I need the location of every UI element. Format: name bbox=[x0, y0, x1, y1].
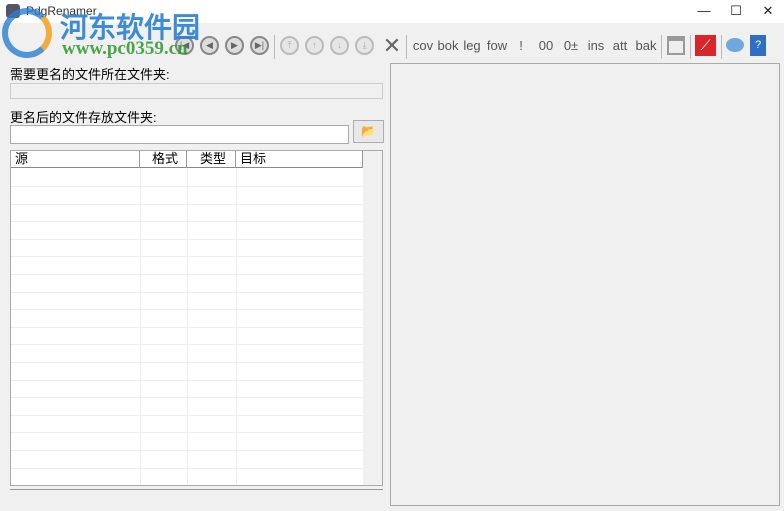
separator bbox=[661, 35, 662, 59]
att-button[interactable]: att bbox=[610, 35, 630, 57]
move-up-icon[interactable]: ↑ bbox=[305, 36, 324, 55]
exclaim-button[interactable]: ! bbox=[514, 35, 528, 57]
move-bottom-icon[interactable]: ⤓ bbox=[355, 36, 374, 55]
bak-button[interactable]: bak bbox=[634, 35, 658, 57]
separator bbox=[721, 35, 722, 59]
column-target[interactable]: 目标 bbox=[236, 151, 363, 168]
grid-line bbox=[11, 344, 363, 346]
source-folder-label: 需要更名的文件所在文件夹: bbox=[10, 67, 170, 82]
0pm-button[interactable]: 0± bbox=[560, 35, 582, 57]
vertical-scrollbar[interactable] bbox=[363, 151, 382, 485]
grid-line bbox=[11, 362, 363, 363]
grid-line bbox=[11, 256, 363, 258]
prev-icon[interactable]: ◀ bbox=[200, 36, 219, 55]
separator bbox=[406, 35, 407, 59]
column-format[interactable]: 格式 bbox=[140, 151, 187, 168]
watermark-logo bbox=[2, 8, 52, 58]
next-icon[interactable]: ▶ bbox=[225, 36, 244, 55]
grid-line bbox=[11, 467, 363, 469]
cov-button[interactable]: cov bbox=[411, 35, 435, 57]
grid-line bbox=[11, 485, 363, 486]
grid-line bbox=[11, 414, 363, 416]
superstar-icon[interactable]: ⟋ bbox=[695, 35, 716, 56]
user-chat-icon[interactable] bbox=[726, 38, 744, 52]
separator bbox=[274, 35, 275, 59]
preview-panel bbox=[390, 63, 780, 506]
status-bar bbox=[10, 489, 383, 504]
bok-button[interactable]: bok bbox=[436, 35, 460, 57]
folder-open-icon: 📂 bbox=[361, 124, 376, 138]
delete-icon[interactable]: ✕ bbox=[381, 35, 403, 57]
watermark-url: www.pc0359.cn bbox=[62, 38, 188, 59]
grid-line bbox=[11, 238, 363, 240]
browse-folder-button[interactable]: 📂 bbox=[353, 120, 384, 143]
column-type[interactable]: 类型 bbox=[187, 151, 236, 168]
grid-line bbox=[11, 326, 363, 328]
leg-button[interactable]: leg bbox=[461, 35, 483, 57]
grid-line bbox=[11, 274, 363, 275]
grid-line bbox=[11, 432, 363, 434]
grid-line bbox=[11, 221, 363, 223]
grid-line bbox=[11, 186, 363, 187]
fow-button[interactable]: fow bbox=[485, 35, 509, 57]
target-folder-label: 更名后的文件存放文件夹: bbox=[10, 110, 157, 125]
grid-line bbox=[11, 309, 363, 311]
grid-line bbox=[11, 450, 363, 451]
column-source[interactable]: 源 bbox=[11, 151, 140, 168]
grid-line bbox=[11, 379, 363, 381]
separator bbox=[690, 35, 691, 59]
ins-button[interactable]: ins bbox=[586, 35, 606, 57]
help-icon[interactable]: ? bbox=[750, 35, 766, 56]
source-folder-field[interactable] bbox=[10, 83, 383, 99]
file-table: 源 格式 类型 目标 bbox=[10, 150, 383, 486]
grid-line bbox=[11, 203, 363, 205]
table-header: 源 格式 类型 目标 bbox=[11, 151, 363, 168]
move-top-icon[interactable]: ⤒ bbox=[280, 36, 299, 55]
grid-line bbox=[11, 397, 363, 399]
00-button[interactable]: 00 bbox=[535, 35, 557, 57]
last-icon[interactable]: ▶| bbox=[250, 36, 269, 55]
grid-line bbox=[11, 291, 363, 293]
move-down-icon[interactable]: ↓ bbox=[330, 36, 349, 55]
close-button[interactable]: ✕ bbox=[748, 0, 784, 23]
target-folder-input[interactable] bbox=[10, 125, 349, 144]
import-icon[interactable] bbox=[667, 36, 685, 55]
